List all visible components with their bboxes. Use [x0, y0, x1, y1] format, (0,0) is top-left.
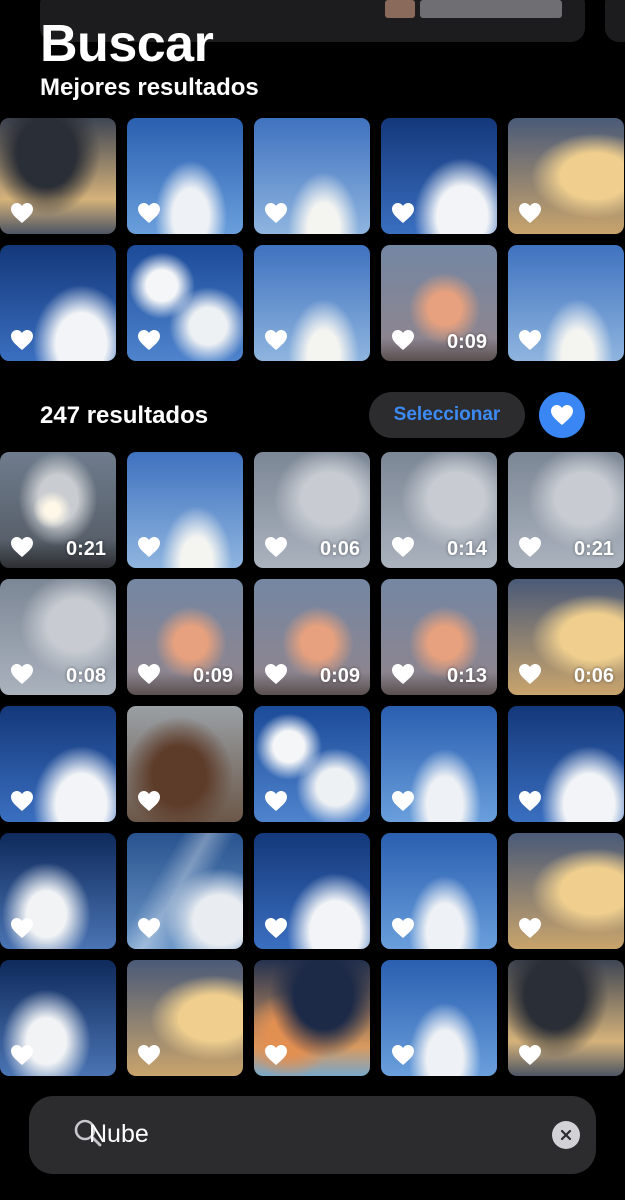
- search-input[interactable]: [89, 1114, 529, 1154]
- result-photo[interactable]: [0, 960, 116, 1076]
- result-photo[interactable]: [508, 960, 624, 1076]
- page-title: Buscar: [40, 15, 214, 73]
- result-photo[interactable]: 0:08: [0, 579, 116, 695]
- best-result-photo[interactable]: [381, 118, 497, 234]
- favorite-heart-icon: [391, 663, 415, 685]
- best-result-photo[interactable]: [254, 118, 370, 234]
- favorite-heart-icon: [391, 790, 415, 812]
- favorite-heart-icon: [518, 790, 542, 812]
- result-photo[interactable]: 0:21: [0, 452, 116, 568]
- result-photo[interactable]: 0:06: [254, 452, 370, 568]
- best-result-photo[interactable]: [127, 118, 243, 234]
- best-results-heading: Mejores resultados: [40, 74, 259, 101]
- video-duration: 0:09: [319, 665, 360, 687]
- favorite-heart-icon: [10, 202, 34, 224]
- video-duration: 0:08: [65, 665, 106, 687]
- results-grid: 0:21 0:06 0:14 0:21 0:08 0:09 0:09 0:13 0:06: [0, 452, 624, 1076]
- results-header: 247 resultados Seleccionar: [0, 390, 625, 442]
- result-photo[interactable]: [508, 706, 624, 822]
- result-photo[interactable]: [254, 706, 370, 822]
- favorite-heart-icon: [264, 663, 288, 685]
- favorite-heart-icon: [264, 790, 288, 812]
- result-photo[interactable]: 0:14: [381, 452, 497, 568]
- best-result-photo[interactable]: [0, 118, 116, 234]
- best-result-photo[interactable]: 0:09: [381, 245, 497, 361]
- favorite-heart-icon: [137, 202, 161, 224]
- favorite-heart-icon: [10, 329, 34, 351]
- clear-search-button[interactable]: [552, 1121, 580, 1149]
- result-photo[interactable]: [381, 706, 497, 822]
- favorite-heart-icon: [518, 663, 542, 685]
- favorite-heart-icon: [137, 536, 161, 558]
- result-photo[interactable]: [254, 960, 370, 1076]
- video-duration: 0:09: [446, 331, 487, 353]
- video-duration: 0:09: [192, 665, 233, 687]
- favorite-heart-icon: [391, 1044, 415, 1066]
- favorite-heart-icon: [264, 329, 288, 351]
- favorites-filter-button[interactable]: [539, 392, 585, 438]
- result-photo[interactable]: 0:13: [381, 579, 497, 695]
- video-duration: 0:21: [65, 538, 106, 560]
- favorite-heart-icon: [518, 202, 542, 224]
- result-photo[interactable]: [381, 960, 497, 1076]
- heart-icon: [551, 405, 573, 425]
- favorite-heart-icon: [264, 917, 288, 939]
- result-photo[interactable]: 0:06: [508, 579, 624, 695]
- result-photo[interactable]: [127, 706, 243, 822]
- result-photo[interactable]: [254, 833, 370, 949]
- favorite-heart-icon: [518, 329, 542, 351]
- result-photo[interactable]: [381, 833, 497, 949]
- favorite-heart-icon: [10, 1044, 34, 1066]
- result-photo[interactable]: 0:21: [508, 452, 624, 568]
- favorite-heart-icon: [137, 790, 161, 812]
- favorite-heart-icon: [10, 790, 34, 812]
- result-photo[interactable]: [0, 833, 116, 949]
- video-duration: 0:06: [319, 538, 360, 560]
- favorite-heart-icon: [137, 917, 161, 939]
- best-result-photo[interactable]: [508, 245, 624, 361]
- select-button[interactable]: Seleccionar: [369, 392, 525, 438]
- favorite-heart-icon: [10, 663, 34, 685]
- favorite-heart-icon: [137, 663, 161, 685]
- favorite-heart-icon: [391, 329, 415, 351]
- results-count: 247 resultados: [40, 402, 209, 429]
- result-photo[interactable]: [0, 706, 116, 822]
- best-results-grid: 0:09: [0, 118, 624, 361]
- best-result-photo[interactable]: [127, 245, 243, 361]
- favorite-heart-icon: [391, 917, 415, 939]
- result-photo[interactable]: [508, 833, 624, 949]
- best-result-photo[interactable]: [508, 118, 624, 234]
- best-result-photo[interactable]: [0, 245, 116, 361]
- favorite-heart-icon: [137, 329, 161, 351]
- result-photo[interactable]: [127, 833, 243, 949]
- best-result-photo[interactable]: [254, 245, 370, 361]
- video-duration: 0:13: [446, 665, 487, 687]
- video-duration: 0:06: [573, 665, 614, 687]
- favorite-heart-icon: [10, 917, 34, 939]
- favorite-heart-icon: [264, 1044, 288, 1066]
- video-duration: 0:21: [573, 538, 614, 560]
- favorite-heart-icon: [137, 1044, 161, 1066]
- favorite-heart-icon: [518, 1044, 542, 1066]
- result-photo[interactable]: [127, 960, 243, 1076]
- favorite-heart-icon: [518, 536, 542, 558]
- video-duration: 0:14: [446, 538, 487, 560]
- favorite-heart-icon: [264, 536, 288, 558]
- favorite-heart-icon: [391, 536, 415, 558]
- favorite-heart-icon: [391, 202, 415, 224]
- previous-results-strip: [605, 0, 625, 42]
- strip-thumbnail: [385, 0, 415, 18]
- search-bar[interactable]: [29, 1096, 596, 1174]
- strip-thumbnail: [420, 0, 562, 18]
- clear-icon: [560, 1129, 572, 1141]
- favorite-heart-icon: [264, 202, 288, 224]
- favorite-heart-icon: [10, 536, 34, 558]
- result-photo[interactable]: 0:09: [127, 579, 243, 695]
- result-photo[interactable]: [127, 452, 243, 568]
- favorite-heart-icon: [518, 917, 542, 939]
- result-photo[interactable]: 0:09: [254, 579, 370, 695]
